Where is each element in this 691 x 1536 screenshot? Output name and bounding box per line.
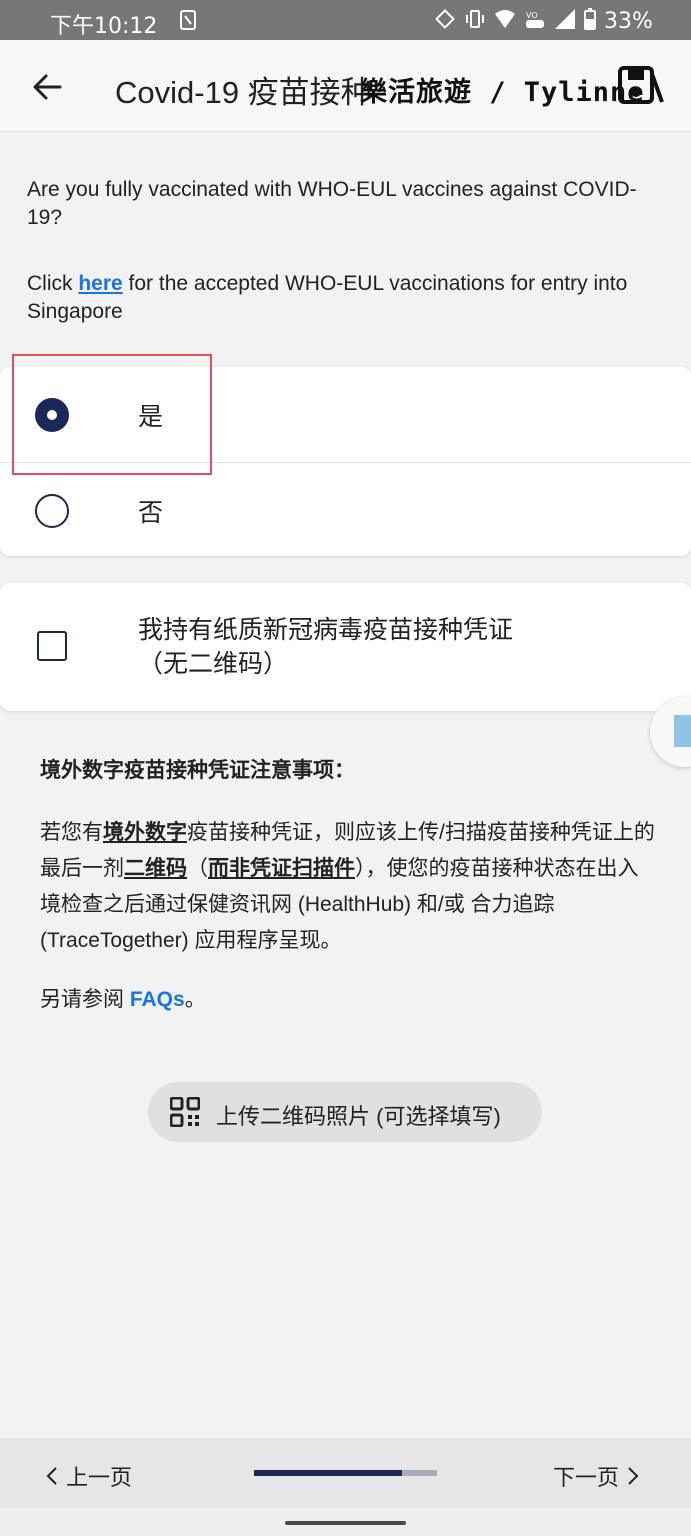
previous-page-label: 上一页 (66, 1465, 133, 1490)
option-no-label: 否 (138, 499, 164, 527)
paper-certificate-line2: （无二维码） (138, 650, 289, 678)
status-bar: 下午10:12 VO 33% (0, 0, 691, 40)
paper-certificate-line1: 我持有纸质新冠病毒疫苗接种凭证 (138, 616, 514, 644)
paper-certificate-label: 我持有纸质新冠病毒疫苗接种凭证 （无二维码） (138, 613, 513, 681)
option-no[interactable]: 否 (0, 462, 691, 556)
notice-text-1: 若您有 (40, 821, 103, 844)
chevron-right-icon (628, 1467, 639, 1485)
upload-qr-button[interactable]: 上传二维码照片 (可选择填写) (148, 1082, 542, 1142)
radio-no[interactable] (35, 494, 69, 528)
notification-icon (180, 10, 196, 34)
here-link[interactable]: here (78, 272, 122, 295)
status-time: 下午10:12 (50, 14, 158, 39)
volte-icon: VO (524, 8, 546, 34)
notice-body: 若您有境外数字疫苗接种凭证，则应该上传/扫描疫苗接种凭证上的最后一剂二维码（而非… (40, 815, 655, 959)
page-title: Covid-19 疫苗接种 (115, 75, 372, 110)
vaccination-question: Are you fully vaccinated with WHO-EUL va… (27, 178, 637, 229)
signal-icon (554, 8, 576, 34)
notice-not-scan: 而非凭证扫描件 (208, 857, 355, 880)
notice-title: 境外数字疫苗接种凭证注意事项： (40, 759, 355, 782)
faq-suffix: 。 (184, 988, 206, 1011)
vaccination-options-card: 是 否 (0, 367, 691, 556)
next-page-label: 下一页 (553, 1465, 620, 1490)
rotate-icon (434, 8, 456, 34)
accepted-vaccines-info: Click here for the accepted WHO-EUL vacc… (27, 270, 667, 326)
battery-percent: 33% (604, 8, 653, 34)
assistant-icon (674, 715, 691, 747)
link-prefix: Click (27, 272, 79, 295)
notice-qr-code: 二维码 (124, 857, 187, 880)
progress-bar (254, 1470, 437, 1476)
watermark-text: 樂活旅遊 / Tylinne (360, 77, 645, 108)
chevron-left-icon (46, 1467, 57, 1485)
back-button[interactable] (30, 70, 64, 104)
app-bar: Covid-19 疫苗接种 樂活旅遊 / Tylinne (0, 40, 691, 132)
svg-text:VO: VO (526, 11, 538, 20)
upload-qr-label: 上传二维码照片 (可选择填写) (216, 1104, 501, 1129)
watermark-logo-icon (618, 66, 664, 111)
system-navigation-bar (0, 1508, 691, 1536)
notice-text-5: （ (187, 857, 208, 880)
wifi-icon (494, 9, 516, 33)
status-icons: VO 33% (434, 8, 653, 34)
battery-icon (584, 8, 596, 34)
next-page-button[interactable]: 下一页 (553, 1460, 639, 1492)
option-yes[interactable]: 是 (0, 367, 691, 461)
radio-yes[interactable] (35, 398, 69, 432)
qr-code-icon (169, 1096, 201, 1132)
bottom-navigation: 上一页 下一页 (0, 1438, 691, 1508)
previous-page-button[interactable]: 上一页 (46, 1460, 132, 1492)
progress-fill (254, 1470, 403, 1476)
faqs-link[interactable]: FAQs (130, 988, 185, 1011)
faq-prefix: 另请参阅 (40, 988, 130, 1011)
arrow-left-icon (33, 74, 62, 100)
paper-certificate-checkbox[interactable] (37, 631, 67, 661)
paper-certificate-option[interactable]: 我持有纸质新冠病毒疫苗接种凭证 （无二维码） (0, 583, 691, 711)
notice-overseas-digital: 境外数字 (103, 821, 187, 844)
faqs-line: 另请参阅 FAQs。 (40, 983, 206, 1013)
vibrate-icon (464, 8, 486, 34)
home-gesture-handle[interactable] (285, 1521, 406, 1525)
option-yes-label: 是 (138, 403, 164, 431)
